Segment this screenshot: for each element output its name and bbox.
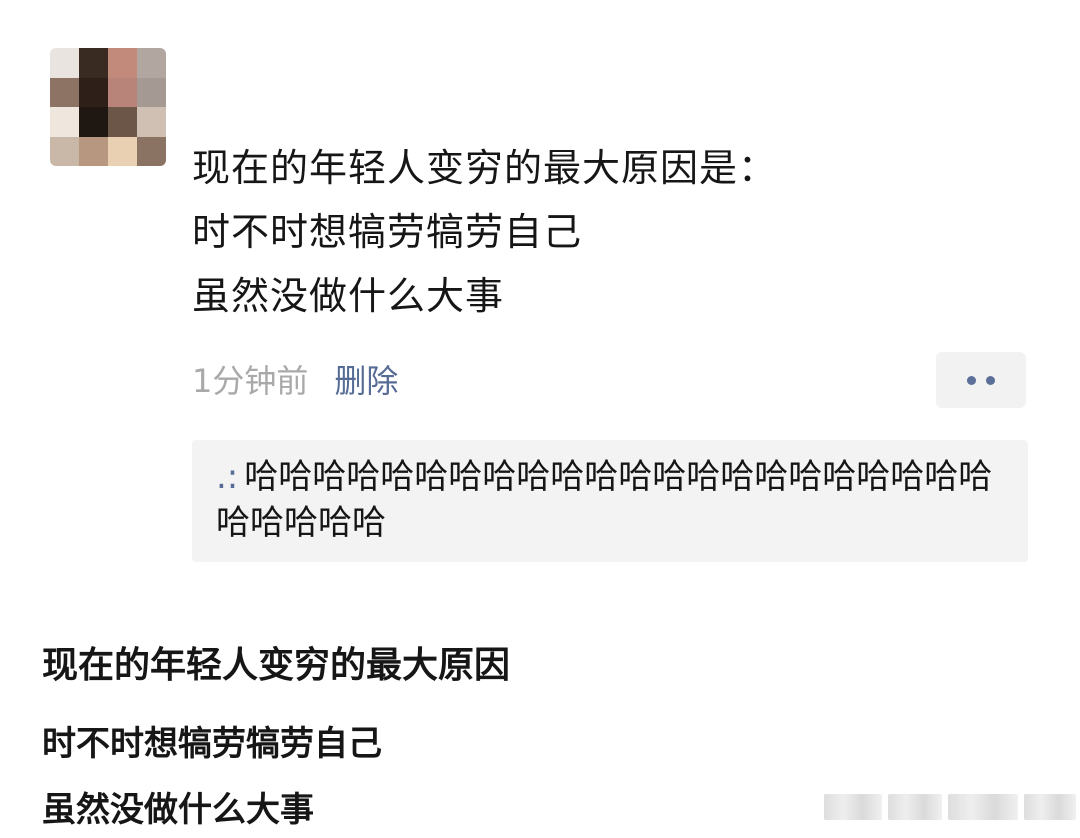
caption-line: 时不时想犒劳犒劳自己: [42, 724, 382, 764]
caption: 现在的年轻人变穷的最大原因 时不时想犒劳犒劳自己 虽然没做什么大事: [42, 636, 510, 838]
more-dots-icon: [967, 375, 976, 385]
post-content: 现在的年轻人变穷的最大原因是： 时不时想犒劳犒劳自己 虽然没做什么大事: [192, 136, 777, 328]
more-dots-icon: [986, 375, 995, 385]
blurred-watermark: [824, 794, 1076, 820]
caption-line: 虽然没做什么大事: [42, 790, 314, 830]
more-button[interactable]: [936, 352, 1026, 408]
comment-text: 哈哈哈哈哈哈哈哈哈哈哈哈哈哈哈哈哈哈哈哈哈哈哈哈哈哈哈: [216, 457, 993, 543]
post-line: 时不时想犒劳犒劳自己: [192, 210, 583, 254]
caption-line: 现在的年轻人变穷的最大原因: [42, 645, 511, 686]
avatar[interactable]: [50, 48, 166, 166]
post-timestamp: 1分钟前: [192, 362, 309, 400]
post-meta: 1分钟前 删除: [192, 356, 398, 406]
post-line: 现在的年轻人变穷的最大原因是：: [192, 146, 778, 190]
delete-link[interactable]: 删除: [334, 356, 398, 406]
post-line: 虽然没做什么大事: [192, 274, 505, 318]
comment-author[interactable]: .:: [216, 457, 238, 497]
comment-box: .: 哈哈哈哈哈哈哈哈哈哈哈哈哈哈哈哈哈哈哈哈哈哈哈哈哈哈哈: [192, 440, 1028, 562]
